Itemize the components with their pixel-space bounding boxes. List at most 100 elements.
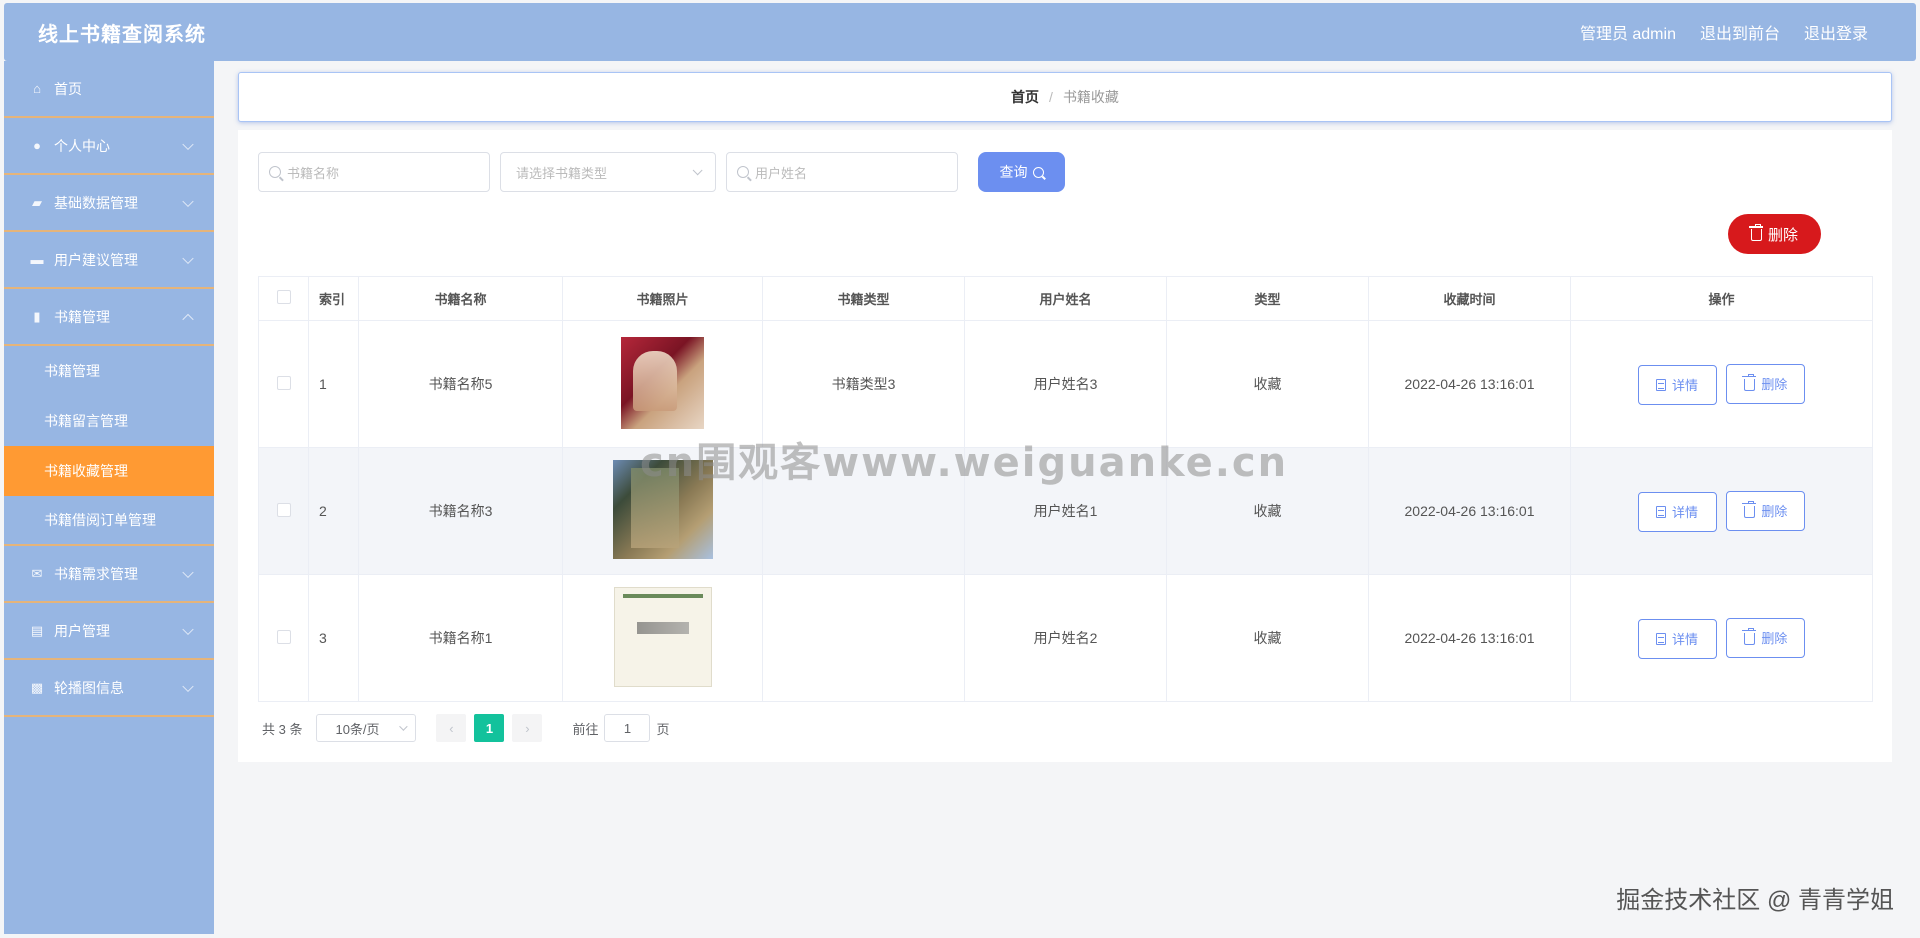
actions-cell: 详情 删除 (1570, 574, 1873, 702)
chevron-down-icon (182, 623, 194, 635)
sidebar-item-book-management[interactable]: ▮ 书籍管理 (4, 289, 214, 346)
header-actions: 管理员 admin 退出到前台 退出登录 (1580, 20, 1868, 44)
sidebar-item-label: 基础数据管理 (54, 194, 138, 211)
favorite-time-cell: 2022-04-26 13:16:01 (1368, 320, 1571, 448)
sidebar-item-label: 首页 (54, 80, 82, 97)
sidebar-item-home[interactable]: ⌂ 首页 (4, 61, 214, 118)
submenu-item-book-comments[interactable]: 书籍留言管理 (4, 396, 214, 446)
column-header: 书籍照片 (562, 276, 763, 321)
trash-icon (1748, 224, 1763, 241)
book-name-cell: 书籍名称3 (358, 447, 563, 575)
delete-button[interactable]: 删除 (1726, 363, 1806, 404)
actions-cell: 详情 删除 (1570, 320, 1873, 448)
search-icon (269, 166, 281, 178)
briefcase-icon: ▬ (30, 252, 44, 267)
row-checkbox[interactable] (276, 502, 291, 517)
sidebar-item-base-data[interactable]: ▰ 基础数据管理 (4, 175, 214, 232)
sidebar-item-book-requests[interactable]: ✉ 书籍需求管理 (4, 546, 214, 603)
sidebar-item-label: 书籍管理 (54, 308, 110, 325)
row-select-cell (258, 320, 309, 448)
table-row: 3 书籍名称1 用户姓名2 收藏 2022-04-26 13:16:01 详情 … (258, 574, 1873, 702)
breadcrumb-home[interactable]: 首页 (1011, 87, 1039, 107)
type-cell: 收藏 (1166, 574, 1369, 702)
query-button[interactable]: 查询 (978, 152, 1065, 192)
book-cover-image (621, 336, 704, 429)
trash-icon (1742, 627, 1757, 645)
book-photo-cell (562, 574, 763, 702)
detail-button[interactable]: 详情 (1637, 364, 1717, 405)
chevron-down-icon (182, 138, 194, 150)
goto-page-input[interactable]: 1 (604, 714, 651, 742)
chevron-down-icon (182, 252, 194, 264)
document-icon (1656, 505, 1667, 518)
detail-button[interactable]: 详情 (1637, 618, 1717, 659)
breadcrumb: 首页 / 书籍收藏 (238, 72, 1892, 122)
app-title: 线上书籍查阅系统 (38, 23, 206, 46)
batch-delete-button[interactable]: 删除 (1728, 214, 1821, 254)
goto-label: 前往 (572, 721, 599, 737)
sidebar-item-personal-center[interactable]: ● 个人中心 (4, 118, 214, 175)
book-cover-image (613, 586, 712, 687)
submenu-item-books[interactable]: 书籍管理 (4, 346, 214, 396)
clipboard-icon: ▤ (30, 622, 44, 638)
row-index: 3 (308, 574, 359, 702)
column-header: 用户姓名 (964, 276, 1167, 321)
select-all-checkbox[interactable] (276, 290, 291, 304)
search-icon (737, 166, 749, 178)
folder-icon: ▰ (32, 194, 42, 210)
chevron-down-icon (692, 164, 703, 175)
watermark-corner: 掘金技术社区 @ 青青学姐 (1616, 887, 1894, 914)
book-name-input[interactable]: 书籍名称 (258, 152, 490, 192)
detail-button[interactable]: 详情 (1637, 491, 1717, 532)
admin-label: 管理员 admin (1579, 26, 1676, 43)
prev-page-button[interactable]: ‹ (436, 714, 467, 742)
sidebar-item-user-suggestions[interactable]: ▬ 用户建议管理 (4, 232, 214, 289)
page-number-current[interactable]: 1 (474, 714, 505, 742)
column-header: 书籍名称 (358, 276, 563, 321)
favorite-time-cell: 2022-04-26 13:16:01 (1368, 447, 1571, 575)
table-row: 1 书籍名称5 书籍类型3 用户姓名3 收藏 2022-04-26 13:16:… (258, 320, 1873, 448)
row-select-cell (258, 574, 309, 702)
row-index: 1 (308, 320, 359, 448)
delete-button[interactable]: 删除 (1726, 617, 1806, 658)
sidebar: ⌂ 首页 ● 个人中心 ▰ 基础数据管理 ▬ 用户建议管理 ▮ 书籍管理 书籍管… (4, 61, 214, 934)
user-name-cell: 用户姓名3 (964, 320, 1167, 448)
watermark-center: cn围观客www.weiguanke.cn (640, 440, 1289, 486)
sidebar-item-label: 轮播图信息 (54, 679, 124, 696)
home-icon: ⌂ (33, 81, 41, 96)
detail-label: 详情 (1672, 505, 1699, 520)
user-name-input[interactable]: 用户姓名 (726, 152, 958, 192)
logout-link[interactable]: 退出登录 (1804, 20, 1868, 44)
submenu-item-borrow-orders[interactable]: 书籍借阅订单管理 (4, 496, 214, 546)
sidebar-item-label: 书籍需求管理 (54, 565, 138, 582)
book-photo-cell (562, 320, 763, 448)
top-header: 线上书籍查阅系统 管理员 admin 退出到前台 退出登录 (4, 3, 1916, 61)
book-name-cell: 书籍名称5 (358, 320, 563, 448)
ticket-icon: ▩ (30, 679, 44, 695)
row-checkbox[interactable] (276, 375, 291, 390)
book-type-select[interactable]: 请选择书籍类型 (500, 152, 716, 192)
sidebar-item-label: 用户管理 (54, 622, 110, 639)
next-page-button[interactable]: › (512, 714, 543, 742)
sidebar-item-user-management[interactable]: ▤ 用户管理 (4, 603, 214, 660)
table-header-row: 索引 书籍名称 书籍照片 书籍类型 用户姓名 类型 收藏时间 操作 (258, 276, 1873, 321)
chevron-down-icon (399, 722, 409, 731)
submenu-item-book-favorites[interactable]: 书籍收藏管理 (4, 446, 214, 496)
column-header: 书籍类型 (762, 276, 965, 321)
breadcrumb-separator: / (1049, 89, 1053, 105)
search-row: 书籍名称 请选择书籍类型 用户姓名 查询 (258, 152, 1065, 192)
total-count: 共 3 条 (262, 721, 303, 737)
sidebar-item-label: 个人中心 (54, 137, 110, 154)
exit-to-front-link[interactable]: 退出到前台 (1700, 20, 1780, 44)
delete-button[interactable]: 删除 (1726, 490, 1806, 531)
document-icon (1656, 378, 1667, 391)
row-select-cell (258, 447, 309, 575)
row-checkbox[interactable] (276, 629, 291, 644)
favorite-time-cell: 2022-04-26 13:16:01 (1368, 574, 1571, 702)
query-label: 查询 (999, 164, 1028, 180)
mic-icon: ▮ (33, 308, 41, 324)
page-size-select[interactable]: 10条/页 (316, 714, 417, 742)
select-all-cell (258, 276, 309, 321)
breadcrumb-current: 书籍收藏 (1062, 89, 1119, 105)
sidebar-item-carousel[interactable]: ▩ 轮播图信息 (4, 660, 214, 717)
